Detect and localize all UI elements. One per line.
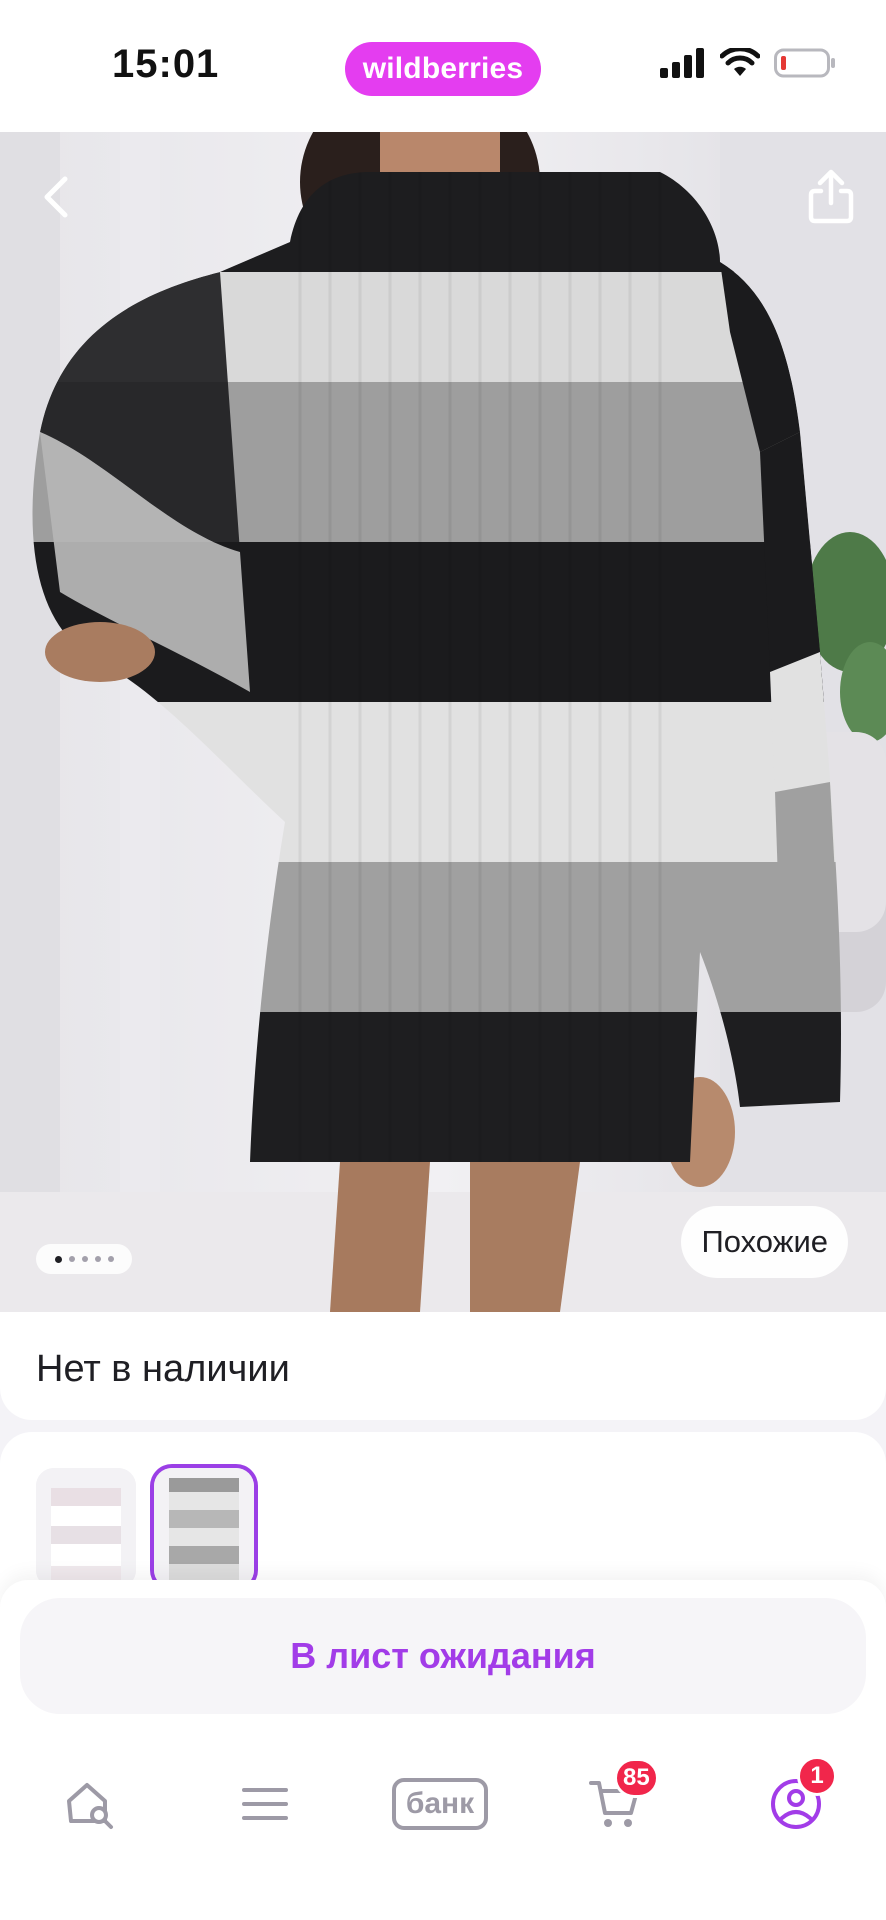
- tab-profile[interactable]: 1: [741, 1754, 851, 1854]
- bottom-action-sheet: В лист ожидания банк 85 1: [0, 1580, 886, 1920]
- cart-badge: 85: [614, 1758, 659, 1798]
- waitlist-button[interactable]: В лист ожидания: [20, 1598, 866, 1714]
- variant-image: [154, 1468, 254, 1588]
- similar-button[interactable]: Похожие: [681, 1206, 848, 1278]
- variant-thumb[interactable]: [36, 1468, 136, 1588]
- tab-catalog[interactable]: [210, 1754, 320, 1854]
- pagination-dot: [68, 1256, 75, 1262]
- pagination-dot: [107, 1256, 114, 1262]
- battery-low-icon: [774, 48, 835, 78]
- menu-icon: [242, 1788, 288, 1820]
- tab-bar: банк 85 1: [0, 1754, 886, 1864]
- system-icons: [660, 48, 836, 78]
- home-search-icon: [67, 1783, 113, 1829]
- tab-home[interactable]: [35, 1754, 145, 1854]
- availability-status: Нет в наличии: [36, 1348, 290, 1390]
- cellular-signal-icon: [660, 48, 704, 78]
- tab-cart[interactable]: 85: [560, 1754, 670, 1854]
- status-bar: 15:01 wildberries: [0, 0, 886, 132]
- back-button[interactable]: [22, 162, 92, 232]
- status-time: 15:01: [112, 42, 220, 86]
- image-pagination: [36, 1244, 132, 1274]
- tab-bank[interactable]: банк: [375, 1754, 505, 1854]
- share-button[interactable]: [796, 162, 866, 232]
- bank-label: банк: [405, 1787, 475, 1820]
- wifi-icon: [720, 48, 760, 76]
- product-image: [0, 132, 886, 1312]
- pagination-dot: [94, 1256, 101, 1262]
- profile-badge: 1: [797, 1756, 837, 1796]
- variant-thumb-selected[interactable]: [154, 1468, 254, 1588]
- product-photo[interactable]: Похожие: [0, 132, 886, 1312]
- wildberries-logo: wildberries: [345, 42, 541, 96]
- availability-card: Нет в наличии: [0, 1312, 886, 1420]
- variant-image: [36, 1468, 136, 1588]
- pagination-dot: [81, 1256, 88, 1262]
- chevron-left-icon: [44, 176, 68, 218]
- pagination-dot-active: [54, 1255, 62, 1263]
- share-icon: [808, 169, 854, 224]
- bank-icon: банк: [391, 1778, 489, 1830]
